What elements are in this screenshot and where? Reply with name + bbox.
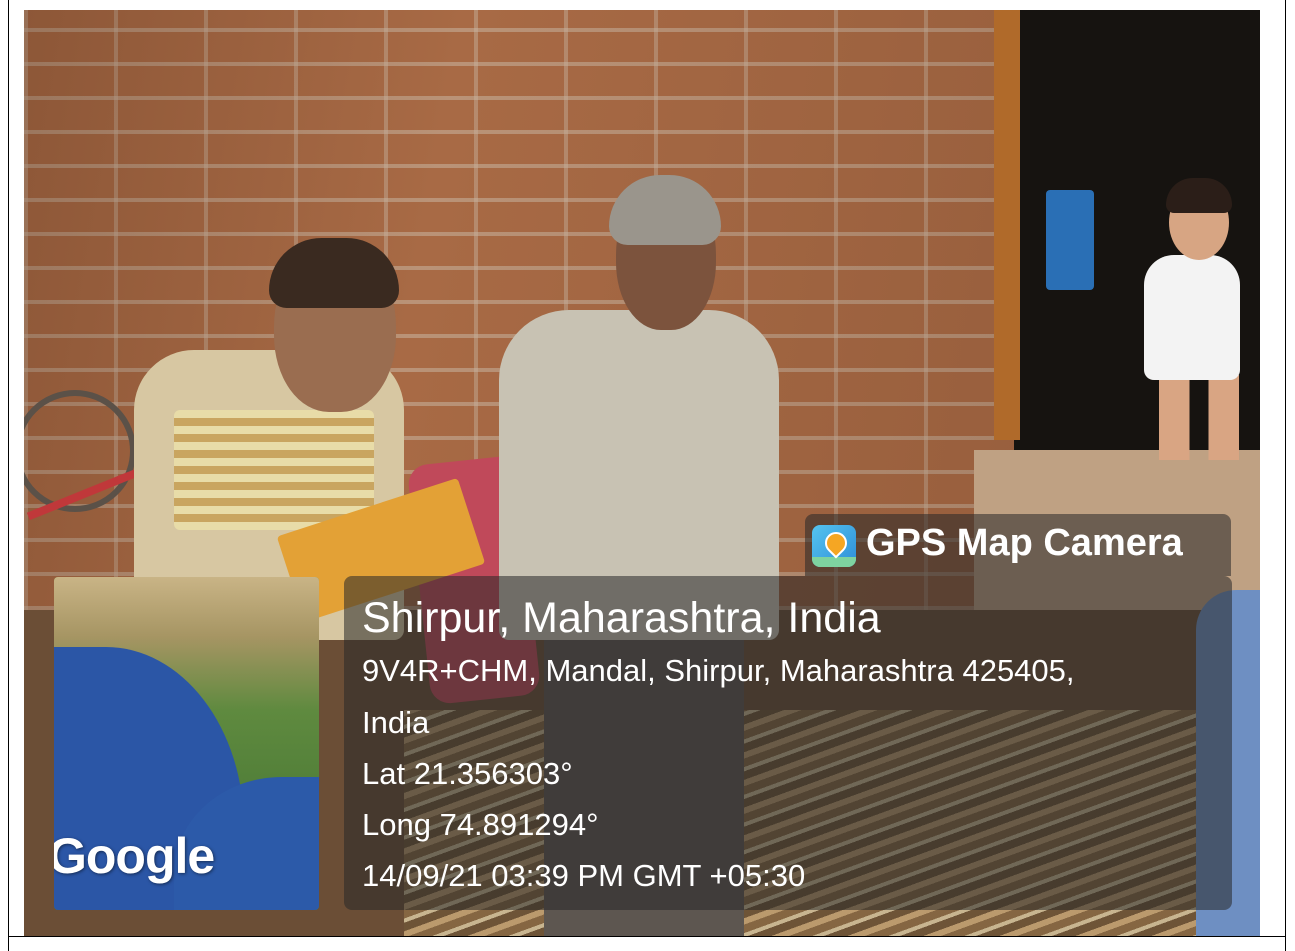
blue-drum bbox=[1046, 190, 1094, 290]
child-hair bbox=[1166, 178, 1232, 213]
address-line-2: India bbox=[362, 705, 430, 740]
address-line-1: 9V4R+CHM, Mandal, Shirpur, Maharashtra 4… bbox=[362, 653, 1075, 688]
striped-shirt bbox=[174, 410, 374, 530]
map-thumbnail: Google bbox=[54, 577, 319, 910]
frame-border-left bbox=[8, 0, 9, 951]
icon-map-strip bbox=[812, 557, 856, 567]
latitude: Lat 21.356303° bbox=[362, 756, 573, 791]
door-post bbox=[994, 10, 1020, 440]
location-title: Shirpur, Maharashtra, India bbox=[362, 594, 881, 642]
frame-border-right bbox=[1285, 0, 1286, 951]
gps-badge-label: GPS Map Camera bbox=[866, 522, 1183, 564]
frame-border-bottom bbox=[8, 936, 1286, 937]
gps-map-camera-icon bbox=[812, 525, 856, 567]
longitude: Long 74.891294° bbox=[362, 807, 599, 842]
google-logo: Google bbox=[54, 828, 215, 884]
child-legs bbox=[1159, 375, 1239, 460]
location-pin-icon bbox=[820, 527, 852, 559]
timestamp: 14/09/21 03:39 PM GMT +05:30 bbox=[362, 858, 806, 893]
child-body bbox=[1144, 255, 1240, 380]
